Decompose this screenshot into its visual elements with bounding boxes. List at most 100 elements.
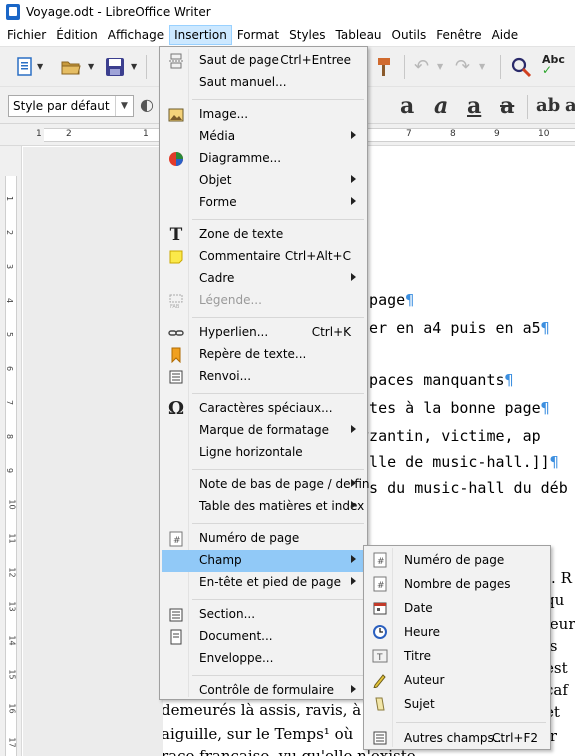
menu-edition[interactable]: Édition [51,25,103,45]
vruler-number: 9 [5,467,15,474]
menu-item-media[interactable]: Média [162,126,365,148]
italic-a-icon[interactable]: a [434,93,448,119]
menu-item-label: Auteur [404,673,445,687]
undo-dropdown-icon[interactable]: ▼ [437,62,443,71]
menu-aide[interactable]: Aide [487,25,524,45]
find-replace-icon[interactable] [510,56,532,78]
svg-text:#: # [173,536,181,546]
menu-item-autres-champs[interactable]: Autres champs... Ctrl+F2 [366,727,548,749]
save-icon[interactable] [104,56,126,78]
menu-item-nombre-de-pages[interactable]: # Nombre de pages [366,573,548,595]
menu-affichage[interactable]: Affichage [103,25,169,45]
menu-item-titre[interactable]: T Titre [366,645,548,667]
open-folder-icon[interactable] [60,56,82,78]
new-document-icon[interactable] [14,56,36,78]
document-body-line[interactable]: demeurés là assis, ravis, à [163,701,361,719]
underline-a-icon[interactable]: a [467,93,481,119]
menu-item-shortcut: Ctrl+Alt+C [284,249,351,263]
ruler-number: 9 [494,129,500,139]
menu-format[interactable]: Format [232,25,284,45]
page-count-icon: # [372,576,388,592]
menu-insertion[interactable]: Insertion [169,25,232,45]
author-icon [372,672,388,688]
comment-icon [168,249,184,265]
menu-separator [396,722,546,723]
vruler-number: 11 [7,533,17,544]
vruler-number: 10 [7,499,17,510]
submenu-arrow-icon [351,577,356,585]
clone-formatting-icon[interactable] [374,56,396,78]
document-text-line[interactable]: nds du music-hall du déb [351,479,568,497]
menu-item-ligne-horizontale[interactable]: Ligne horizontale [162,442,365,464]
menu-item-numero-de-page[interactable]: # Numéro de page [162,528,365,550]
menu-item-enveloppe[interactable]: Enveloppe... [162,648,365,670]
menu-item-label: En-tête et pied de page [199,575,341,589]
menu-item-shortcut: Ctrl+Entree [280,53,351,67]
menu-item-marque-de-formatage[interactable]: Marque de formatage [162,420,365,442]
menu-item-sujet[interactable]: Sujet [366,693,548,715]
ruler-number: 2 [66,129,72,139]
document-body-line[interactable]: aiguille, sur le Temps¹ où [163,725,353,743]
menu-fenetre[interactable]: Fenêtre [431,25,486,45]
menu-item-heure[interactable]: Heure [366,621,548,643]
menu-item-cadre[interactable]: Cadre [162,268,365,290]
menu-item-diagramme[interactable]: Diagramme... [162,148,365,170]
menu-item-champ[interactable]: Champ [162,550,365,572]
superscript-icon[interactable]: ab [536,95,560,116]
page-number-icon: # [372,552,388,568]
menu-item-label: Numéro de page [199,531,300,545]
menu-item-saut-manuel[interactable]: Saut manuel... [162,72,365,94]
menu-outils[interactable]: Outils [387,25,432,45]
document-text-line[interactable]: antes à la bonne page¶ [351,399,550,417]
menu-item-label: Section... [199,607,256,621]
menu-item-label: Document... [199,629,273,643]
open-dropdown-icon[interactable]: ▼ [88,62,94,71]
undo-icon[interactable]: ↶ [414,56,429,77]
update-style-icon[interactable]: ◐ [140,95,154,114]
vertical-ruler[interactable]: 1 2 3 4 5 6 7 8 9 10 11 12 13 14 15 16 17 [0,146,22,756]
menu-item-note-de-bas-de-page-de-fin[interactable]: Note de bas de page / de fin [162,474,370,496]
chevron-down-icon[interactable]: ▼ [115,96,133,116]
menu-item-objet[interactable]: Objet [162,170,365,192]
svg-text:FAB: FAB [170,304,180,309]
menu-item-renvoi[interactable]: Renvoi... [162,366,365,388]
menu-item-label: Objet [199,173,232,187]
redo-dropdown-icon[interactable]: ▼ [479,62,485,71]
paragraph-style-select[interactable]: Style par défaut ▼ [8,95,134,117]
menu-item-label: Saut de page [199,53,279,67]
menu-item-section[interactable]: Section... [162,604,365,626]
menu-item-date[interactable]: Date [366,597,548,619]
menu-item-saut-de-page[interactable]: Saut de page Ctrl+Entree [162,50,365,72]
document-text-line[interactable]: salle de music-hall.]]¶ [351,453,559,471]
document-text-line[interactable]: sser en a4 puis en a5¶ [351,319,550,337]
menu-item-table-des-matieres-et-index[interactable]: Table des matières et index [162,496,365,518]
strikethrough-a-icon[interactable]: a [500,93,514,119]
menu-item-repere-de-texte[interactable]: Repère de texte... [162,344,365,366]
ruler-number: 8 [450,129,456,139]
submenu-arrow-icon [351,425,356,433]
bold-a-icon[interactable]: a [400,93,414,119]
vruler-number: 14 [7,635,17,646]
menu-item-auteur[interactable]: Auteur [366,669,548,691]
document-text-line[interactable]: byzantin, victime, ap [351,427,541,445]
menu-item-image[interactable]: Image... [162,104,365,126]
document-text-line[interactable]: espaces manquants¶ [351,371,514,389]
menu-item-forme[interactable]: Forme [162,192,365,214]
menu-tableau[interactable]: Tableau [331,25,387,45]
menu-styles[interactable]: Styles [284,25,330,45]
menu-item-caracteres-speciaux[interactable]: Ω Caractères spéciaux... [162,398,365,420]
spelling-icon[interactable]: Abc ✓ [542,54,565,76]
menu-item-numero-de-page[interactable]: # Numéro de page [366,549,548,571]
new-dropdown-icon[interactable]: ▼ [37,62,43,71]
menu-item-hyperlien[interactable]: Hyperlien... Ctrl+K [162,322,365,344]
redo-icon[interactable]: ↷ [455,56,470,77]
menu-item-commentaire[interactable]: Commentaire Ctrl+Alt+C [162,246,365,268]
menu-item-en-tete-et-pied-de-page[interactable]: En-tête et pied de page [162,572,365,594]
menu-item-label: Zone de texte [199,227,284,241]
subscript-icon[interactable]: a [565,95,575,116]
menu-fichier[interactable]: Fichier [2,25,51,45]
menu-item-zone-de-texte[interactable]: T Zone de texte [162,224,365,246]
menu-item-document[interactable]: Document... [162,626,365,648]
menu-item-controle-de-formulaire[interactable]: Contrôle de formulaire [162,680,365,702]
save-dropdown-icon[interactable]: ▼ [131,62,137,71]
